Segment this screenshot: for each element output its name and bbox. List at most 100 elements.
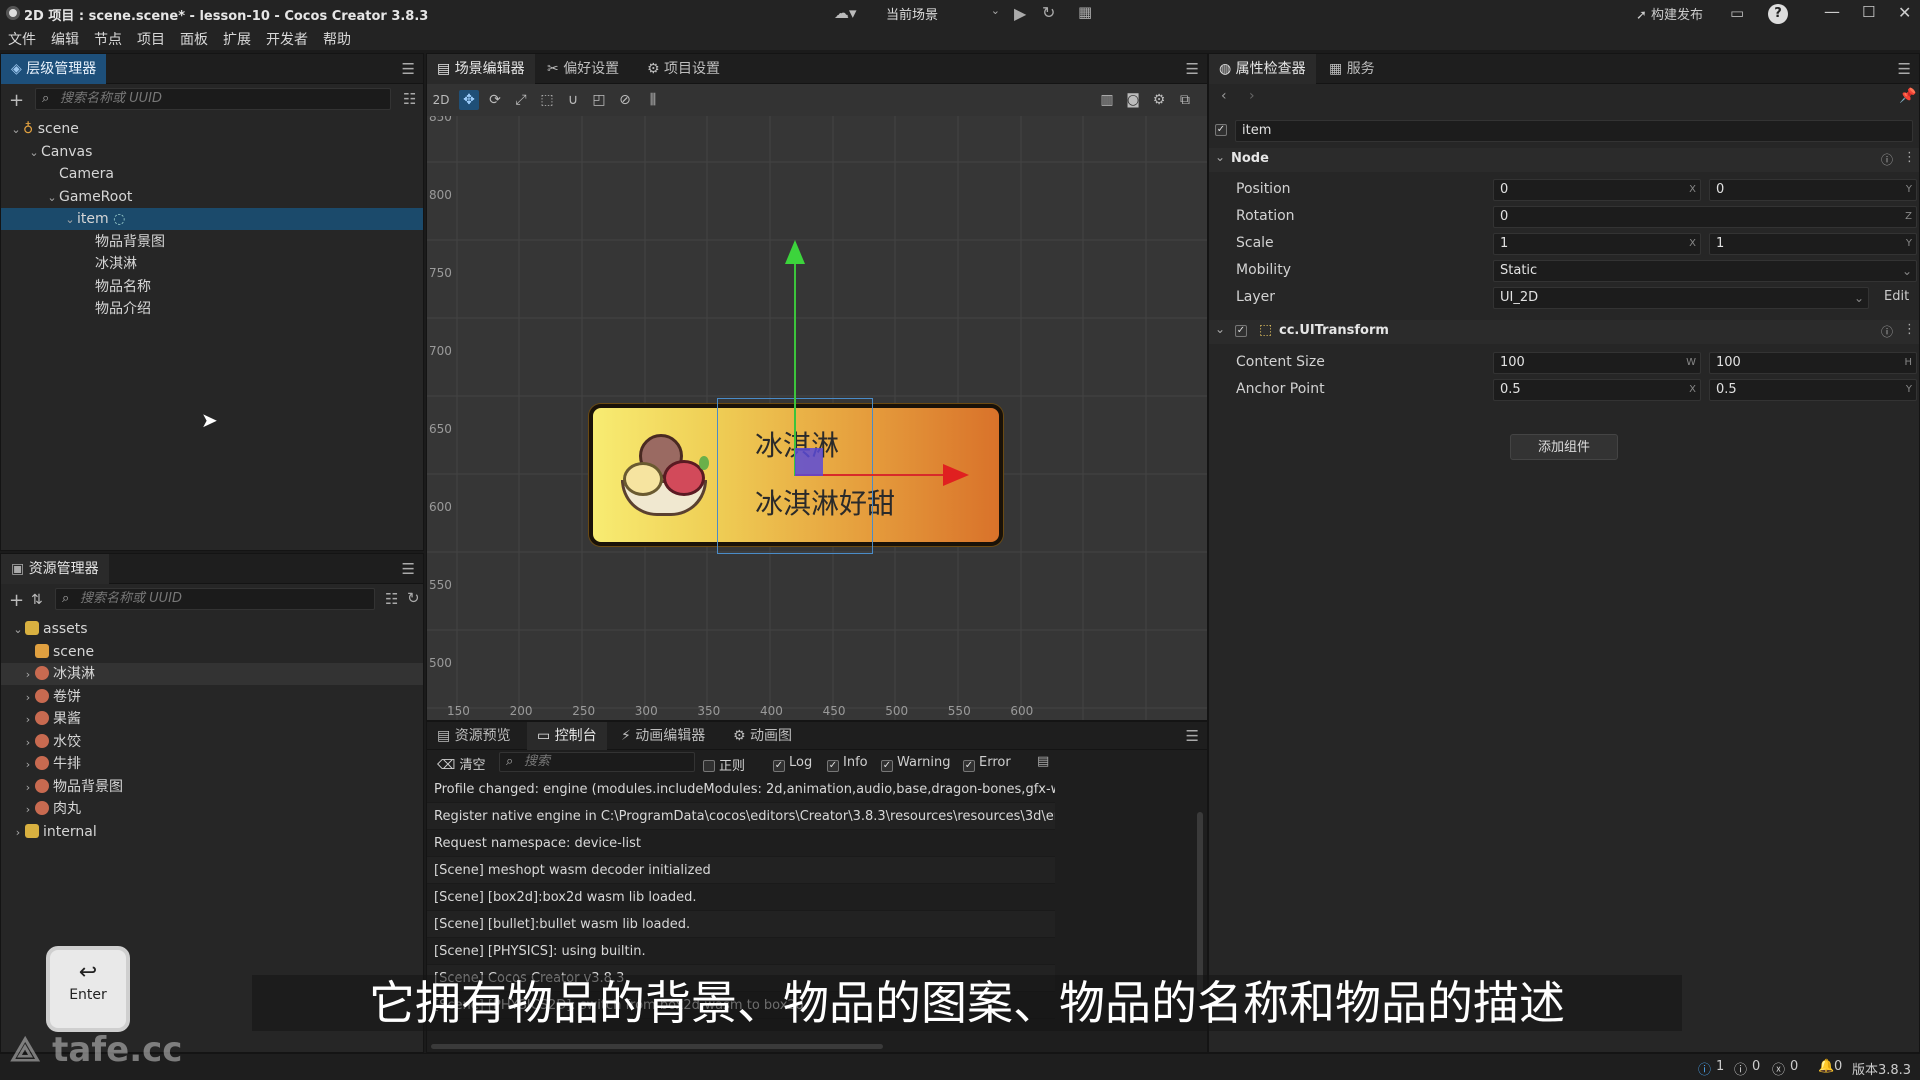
tab-services[interactable]: ▦ 服务	[1319, 54, 1385, 84]
pin-icon[interactable]: 📌	[1899, 88, 1916, 104]
scale-y-field[interactable]: 1Y	[1709, 233, 1917, 255]
panel-menu-icon[interactable]: ☰	[402, 60, 415, 78]
menu-file[interactable]: 文件	[8, 29, 36, 49]
gizmo-center-handle[interactable]	[795, 448, 823, 476]
cloud-icon[interactable]: ☁▾	[834, 4, 857, 22]
hierarchy-node[interactable]: 物品名称	[1, 276, 423, 298]
uitransform-section-header[interactable]: ⌄ ✓ ⬚ cc.UITransform ⓘ ⋮	[1209, 320, 1919, 344]
sort-list-icon[interactable]: ☷	[403, 90, 416, 108]
rotation-z-field[interactable]: 0Z	[1493, 206, 1917, 228]
console-log-line[interactable]: [Scene] [box2d]:box2d wasm lib loaded.	[427, 884, 1055, 911]
warning-count-icon[interactable]: ⓘ	[1734, 1059, 1747, 1078]
position-y-field[interactable]: 0Y	[1709, 179, 1917, 201]
regex-checkbox[interactable]: 正则	[703, 755, 745, 774]
asset-item[interactable]: › 牛排	[1, 753, 423, 775]
add-asset-icon[interactable]: +	[9, 590, 24, 611]
hierarchy-node[interactable]: ⌄ GameRoot	[1, 186, 423, 208]
console-log-line[interactable]: Request namespace: device-list	[427, 830, 1055, 857]
hierarchy-search-input[interactable]: ⌕ 搜索名称或 UUID	[35, 88, 391, 110]
log-checkbox[interactable]: ✓ Log	[773, 755, 812, 772]
menu-help[interactable]: 帮助	[323, 29, 351, 49]
menu-extension[interactable]: 扩展	[223, 29, 251, 49]
info-count-icon[interactable]: ⓘ	[1698, 1059, 1711, 1078]
chevron-right-icon[interactable]: ›	[21, 754, 35, 776]
chevron-right-icon[interactable]: ›	[21, 709, 35, 731]
menu-node[interactable]: 节点	[94, 29, 122, 49]
forward-arrow-icon[interactable]: ›	[1249, 88, 1255, 104]
chevron-right-icon[interactable]: ›	[11, 822, 25, 844]
assets-search-input[interactable]: ⌕ 搜索名称或 UUID	[55, 588, 375, 610]
content-size-w-field[interactable]: 100 W	[1493, 352, 1701, 374]
list-view-icon[interactable]: ☷	[385, 590, 398, 608]
publish-button[interactable]: ➚ 构建发布	[1636, 4, 1703, 24]
menu-edit[interactable]: 编辑	[51, 29, 79, 49]
uitransform-enabled-checkbox[interactable]: ✓	[1235, 325, 1247, 337]
minimize-icon[interactable]: —	[1824, 2, 1840, 21]
move-tool-icon[interactable]: ✥	[459, 90, 479, 110]
maximize-icon[interactable]: ☐	[1862, 3, 1875, 21]
asset-item[interactable]: › internal	[1, 821, 423, 843]
chevron-down-icon[interactable]: ⌄	[9, 119, 23, 141]
console-log-line[interactable]: [Scene] [bullet]:bullet wasm lib loaded.	[427, 911, 1055, 938]
play-icon[interactable]: ▶	[1014, 4, 1026, 23]
tab-scene-editor[interactable]: ▤ 场景编辑器	[427, 54, 535, 84]
tab-preferences[interactable]: ✂ 偏好设置	[537, 54, 629, 84]
gizmo-y-arrow-icon[interactable]	[785, 240, 805, 264]
sort-icon[interactable]: ⇅	[31, 592, 43, 608]
bell-icon[interactable]: 🔔	[1818, 1059, 1834, 1074]
hierarchy-node[interactable]: ⌄ ♁ scene	[1, 118, 423, 140]
add-node-icon[interactable]: +	[9, 90, 24, 111]
tab-animation-graph[interactable]: ⚙ 动画图	[723, 722, 802, 750]
hierarchy-node[interactable]: 物品介绍	[1, 298, 423, 320]
layer-edit-button[interactable]: Edit	[1884, 289, 1909, 304]
tab-inspector[interactable]: ◍ 属性检查器	[1209, 54, 1316, 84]
camera-icon[interactable]: ◙	[1123, 90, 1143, 110]
asset-item[interactable]: › 卷饼	[1, 686, 423, 708]
tab-console[interactable]: ▭ 控制台	[527, 722, 607, 750]
asset-item[interactable]: ⌄ assets	[1, 618, 423, 640]
content-size-h-field[interactable]: 100 H	[1709, 352, 1917, 374]
chevron-right-icon[interactable]: ›	[21, 799, 35, 821]
magnet-tool-icon[interactable]: ∪	[563, 90, 583, 110]
back-arrow-icon[interactable]: ‹	[1221, 88, 1227, 104]
tab-asset-preview[interactable]: ▤ 资源预览	[427, 722, 521, 750]
log-file-icon[interactable]: ▤	[1037, 754, 1049, 769]
tab-animation-editor[interactable]: ⚡ 动画编辑器	[611, 722, 715, 750]
chevron-right-icon[interactable]: ›	[21, 664, 35, 686]
tab-hierarchy[interactable]: ◈ 层级管理器	[1, 54, 107, 84]
scene-viewport[interactable]: 850 800 750 700 650 600 550 500 450 150 200 250 300…	[427, 116, 1207, 720]
console-log-line[interactable]: [Scene] [PHYSICS]: using builtin.	[427, 938, 1055, 965]
mobility-select[interactable]: Static ⌄	[1493, 260, 1917, 282]
hierarchy-node[interactable]: Camera	[1, 163, 423, 185]
asset-item[interactable]: › 冰淇淋	[1, 663, 423, 685]
clear-button[interactable]: ⌫ 清空	[437, 754, 486, 773]
more-vertical-icon[interactable]: ⋮	[1903, 150, 1916, 165]
close-icon[interactable]: ✕	[1898, 3, 1911, 22]
asset-item[interactable]: › 果酱	[1, 708, 423, 730]
scale-tool-icon[interactable]: ⤢	[511, 90, 531, 110]
refresh-icon[interactable]: ↻	[1042, 3, 1055, 22]
asset-item[interactable]: › 物品背景图	[1, 776, 423, 798]
node-active-checkbox[interactable]: ✓	[1215, 124, 1227, 136]
chevron-down-icon[interactable]: ⌄	[11, 619, 25, 641]
error-count-icon[interactable]: ⓧ	[1772, 1059, 1785, 1078]
tab-project-settings[interactable]: ⚙ 项目设置	[637, 54, 730, 84]
node-section-header[interactable]: ⌄ Node ⓘ ⋮	[1209, 148, 1919, 172]
more-vertical-icon[interactable]: ⋮	[1903, 322, 1916, 337]
console-log-line[interactable]: Register native engine in C:\ProgramData…	[427, 803, 1055, 830]
console-scrollbar[interactable]	[1197, 812, 1203, 992]
scale-x-field[interactable]: 1X	[1493, 233, 1701, 255]
anchor-x-field[interactable]: 0.5 X	[1493, 379, 1701, 401]
info-checkbox[interactable]: ✓ Info	[827, 755, 868, 772]
gizmo-y-axis[interactable]	[794, 262, 796, 476]
node-name-field[interactable]: item	[1235, 120, 1913, 142]
console-log-line[interactable]: [Scene] meshopt wasm decoder initialized	[427, 857, 1055, 884]
console-log-line[interactable]: Profile changed: engine (modules.include…	[427, 776, 1055, 803]
chevron-right-icon[interactable]: ›	[21, 687, 35, 709]
settings-icon[interactable]: ⚙	[1149, 90, 1169, 110]
pivot-tool-icon[interactable]: ⊘	[615, 90, 635, 110]
align-tool-icon[interactable]: ⫼	[643, 90, 663, 110]
screenshot-icon[interactable]: ⧉	[1175, 90, 1195, 110]
chevron-down-icon[interactable]: ⌄	[63, 209, 77, 231]
hierarchy-node[interactable]: 物品背景图	[1, 231, 423, 253]
